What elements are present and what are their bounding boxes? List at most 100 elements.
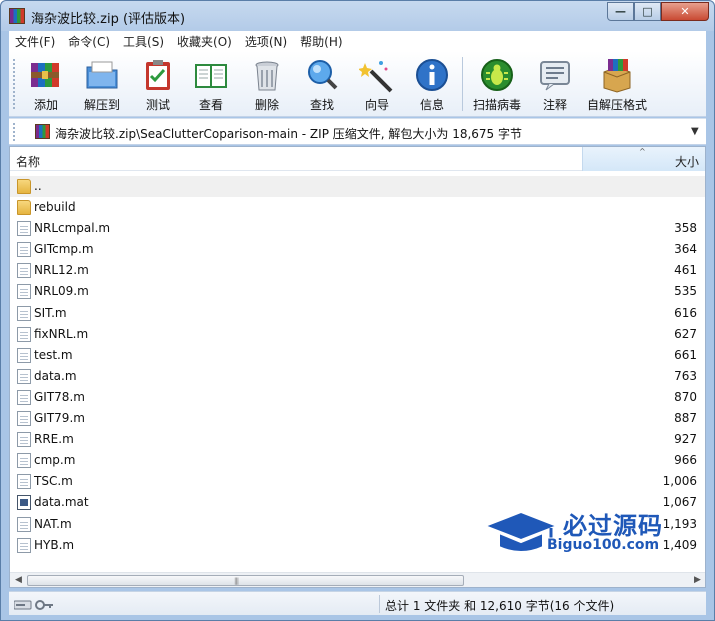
- toolbar-separator: [462, 57, 463, 111]
- file-name: NRL09.m: [34, 284, 89, 299]
- table-row[interactable]: test.m 661: [10, 345, 705, 366]
- table-row[interactable]: cmp.m 966: [10, 450, 705, 471]
- file-name: HYB.m: [34, 537, 75, 552]
- table-row[interactable]: SIT.m 616: [10, 303, 705, 324]
- trash-icon: [249, 57, 285, 93]
- watermark-logo: 必过源码 Biguo100.com: [481, 506, 691, 564]
- maximize-button[interactable]: □: [634, 2, 661, 21]
- file-icon: [17, 516, 31, 532]
- file-icon: [17, 474, 31, 490]
- column-size-header[interactable]: ^ 大小: [582, 147, 705, 171]
- file-size: 461: [674, 263, 697, 278]
- column-name-header[interactable]: 名称: [16, 153, 40, 170]
- file-name: NAT.m: [34, 516, 72, 531]
- file-name: data.m: [34, 368, 77, 383]
- file-icon: [17, 389, 31, 405]
- sfx-button[interactable]: 自解压格式: [585, 55, 649, 113]
- wizard-button[interactable]: 向导: [358, 55, 395, 113]
- watermark-url: Biguo100.com: [547, 537, 660, 553]
- file-icon: [17, 453, 31, 469]
- magic-wand-icon: [358, 57, 395, 93]
- horizontal-scrollbar[interactable]: ◀ ||| ▶: [10, 572, 705, 587]
- file-icon: [17, 305, 31, 321]
- delete-button[interactable]: 删除: [249, 55, 285, 113]
- file-name: rebuild: [34, 200, 76, 215]
- close-button[interactable]: ✕: [661, 2, 709, 21]
- status-summary: 总计 1 文件夹 和 12,610 字节(16 个文件): [385, 599, 615, 613]
- winrar-app-icon[interactable]: [9, 8, 25, 24]
- mat-file-icon: [17, 495, 31, 511]
- info-button[interactable]: 信息: [414, 55, 450, 113]
- extract-to-button[interactable]: 解压到: [82, 55, 122, 113]
- file-size: 763: [674, 368, 697, 383]
- file-size: 870: [674, 389, 697, 404]
- comment-button[interactable]: 注释: [537, 55, 573, 113]
- extract-folder-icon: [84, 57, 120, 93]
- table-row[interactable]: NRLcmpal.m 358: [10, 218, 705, 239]
- file-name: SIT.m: [34, 305, 67, 320]
- comment-label: 注释: [542, 98, 567, 112]
- info-icon: [414, 57, 450, 93]
- table-row[interactable]: GIT78.m 870: [10, 387, 705, 408]
- scroll-thumb[interactable]: |||: [27, 575, 464, 586]
- table-row[interactable]: ..: [10, 176, 705, 198]
- menu-commands[interactable]: 命令(C): [62, 33, 117, 50]
- virus-scan-button[interactable]: 扫描病毒: [471, 55, 523, 113]
- menu-help[interactable]: 帮助(H): [294, 33, 349, 50]
- info-label: 信息: [419, 98, 444, 112]
- comment-note-icon: [537, 57, 573, 93]
- table-row[interactable]: NRL09.m 535: [10, 281, 705, 302]
- file-name: data.mat: [34, 495, 89, 510]
- file-icon: [17, 411, 31, 427]
- table-row[interactable]: rebuild: [10, 197, 705, 218]
- file-icon: [17, 284, 31, 300]
- file-name: test.m: [34, 347, 73, 362]
- view-button[interactable]: 查看: [193, 55, 229, 113]
- menu-options[interactable]: 选项(N): [239, 33, 294, 50]
- table-row[interactable]: GITcmp.m 364: [10, 239, 705, 260]
- scroll-left-icon[interactable]: ◀: [15, 575, 22, 585]
- file-size: 358: [674, 221, 697, 236]
- sfx-label: 自解压格式: [586, 98, 647, 112]
- menu-favorites[interactable]: 收藏夹(O): [171, 33, 239, 50]
- menu-tools[interactable]: 工具(S): [117, 33, 171, 50]
- toolbar-grip[interactable]: [13, 59, 16, 109]
- file-icon: [17, 537, 31, 553]
- scroll-right-icon[interactable]: ▶: [694, 575, 701, 585]
- graduation-cap-icon: [482, 510, 560, 553]
- file-rows: .. rebuild NRLcmpal.m 358 GITcmp.m 364 NRL12.m…: [10, 176, 705, 556]
- window-title: 海杂波比较.zip (评估版本): [31, 12, 186, 27]
- extract-to-label: 解压到: [83, 98, 120, 112]
- path-dropdown-icon[interactable]: ▼: [691, 126, 699, 137]
- table-row[interactable]: fixNRL.m 627: [10, 324, 705, 345]
- add-button[interactable]: 添加: [28, 55, 64, 113]
- add-label: 添加: [33, 98, 58, 112]
- address-grip[interactable]: [13, 123, 16, 141]
- table-row[interactable]: data.m 763: [10, 366, 705, 387]
- table-row[interactable]: RRE.m 927: [10, 429, 705, 450]
- view-label: 查看: [198, 98, 223, 112]
- archive-path[interactable]: 海杂波比较.zip\SeaClutterCoparison-main - ZIP…: [55, 125, 522, 142]
- address-bar: 海杂波比较.zip\SeaClutterCoparison-main - ZIP…: [9, 118, 706, 145]
- title-bar[interactable]: 海杂波比较.zip (评估版本) — □ ✕: [1, 1, 714, 31]
- minimize-button[interactable]: —: [607, 2, 634, 21]
- table-row[interactable]: TSC.m 1,006: [10, 471, 705, 492]
- test-button[interactable]: 测试: [140, 55, 176, 113]
- file-size: 887: [674, 411, 697, 426]
- table-row[interactable]: NRL12.m 461: [10, 260, 705, 281]
- sfx-box-icon: [599, 57, 635, 93]
- menu-file[interactable]: 文件(F): [9, 33, 62, 50]
- file-name: TSC.m: [34, 474, 73, 489]
- drive-key-icon[interactable]: [13, 599, 54, 611]
- file-name: fixNRL.m: [34, 326, 89, 341]
- find-button[interactable]: 查找: [304, 55, 340, 113]
- file-name: GIT78.m: [34, 389, 85, 404]
- list-header: 名称 ^ 大小: [10, 147, 705, 171]
- archive-path-icon: [35, 124, 50, 139]
- file-name: cmp.m: [34, 453, 76, 468]
- file-size: 966: [674, 453, 697, 468]
- table-row[interactable]: GIT79.m 887: [10, 408, 705, 429]
- file-size: 364: [674, 242, 697, 257]
- delete-label: 删除: [254, 98, 279, 112]
- clipboard-check-icon: [140, 57, 176, 93]
